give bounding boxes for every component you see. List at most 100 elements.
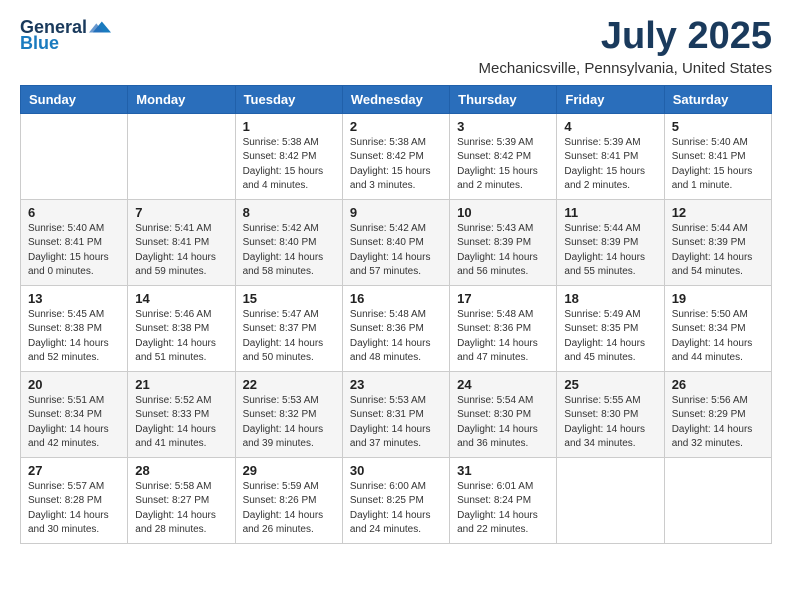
calendar-cell: 13 Sunrise: 5:45 AM Sunset: 8:38 PM Dayli… [21, 285, 128, 371]
calendar-header-sunday: Sunday [21, 85, 128, 113]
day-info: Sunrise: 5:40 AM Sunset: 8:41 PM Dayligh… [672, 136, 764, 194]
calendar-cell: 29Sunrise: 5:59 AM Sunset: 8:26 PM Dayli… [235, 457, 342, 543]
calendar-cell: 24 Sunrise: 5:54 AM Sunset: 8:30 PM Dayli… [450, 371, 557, 457]
page-header: General Blue July 2025 Mechanicsville, P… [20, 16, 772, 77]
calendar-cell: 23 Sunrise: 5:53 AM Sunset: 8:31 PM Dayli… [342, 371, 449, 457]
day-number: 26 [672, 377, 764, 392]
calendar-cell: 19 Sunrise: 5:50 AM Sunset: 8:34 PM Dayli… [664, 285, 771, 371]
calendar-header-thursday: Thursday [450, 85, 557, 113]
calendar-cell: 21 Sunrise: 5:52 AM Sunset: 8:33 PM Dayli… [128, 371, 235, 457]
day-number: 14 [135, 291, 227, 306]
logo: General Blue [20, 16, 111, 52]
day-number: 1 [243, 119, 335, 134]
day-info: Sunrise: 5:49 AM Sunset: 8:35 PM Dayligh… [564, 308, 656, 366]
calendar-header-tuesday: Tuesday [235, 85, 342, 113]
day-info: Sunrise: 5:58 AM Sunset: 8:27 PM Dayligh… [135, 480, 227, 538]
calendar-cell [557, 457, 664, 543]
day-number: 8 [243, 205, 335, 220]
day-info: Sunrise: 5:48 AM Sunset: 8:36 PM Dayligh… [350, 308, 442, 366]
day-info: Sunrise: 5:54 AM Sunset: 8:30 PM Dayligh… [457, 394, 549, 452]
day-number: 31 [457, 463, 549, 478]
day-info: Sunrise: 5:56 AM Sunset: 8:29 PM Dayligh… [672, 394, 764, 452]
day-number: 29 [243, 463, 335, 478]
day-number: 6 [28, 205, 120, 220]
day-info: Sunrise: 5:43 AM Sunset: 8:39 PM Dayligh… [457, 222, 549, 280]
day-number: 11 [564, 205, 656, 220]
day-number: 20 [28, 377, 120, 392]
day-number: 4 [564, 119, 656, 134]
calendar-cell: 8 Sunrise: 5:42 AM Sunset: 8:40 PM Daylig… [235, 199, 342, 285]
day-info: Sunrise: 5:53 AM Sunset: 8:31 PM Dayligh… [350, 394, 442, 452]
day-info: Sunrise: 5:45 AM Sunset: 8:38 PM Dayligh… [28, 308, 120, 366]
day-number: 16 [350, 291, 442, 306]
calendar-header-monday: Monday [128, 85, 235, 113]
calendar-cell: 28 Sunrise: 5:58 AM Sunset: 8:27 PM Dayli… [128, 457, 235, 543]
calendar-cell: 16 Sunrise: 5:48 AM Sunset: 8:36 PM Dayli… [342, 285, 449, 371]
day-info: Sunrise: 5:38 AM Sunset: 8:42 PM Dayligh… [350, 136, 442, 194]
day-number: 23 [350, 377, 442, 392]
logo-blue: Blue [20, 34, 59, 52]
calendar-cell: 11 Sunrise: 5:44 AM Sunset: 8:39 PM Dayli… [557, 199, 664, 285]
calendar-table: SundayMondayTuesdayWednesdayThursdayFrid… [20, 85, 772, 544]
day-number: 7 [135, 205, 227, 220]
day-info: Sunrise: 5:38 AM Sunset: 8:42 PM Dayligh… [243, 136, 335, 194]
calendar-cell: 9Sunrise: 5:42 AM Sunset: 8:40 PM Daylig… [342, 199, 449, 285]
day-number: 5 [672, 119, 764, 134]
calendar-cell: 12 Sunrise: 5:44 AM Sunset: 8:39 PM Dayli… [664, 199, 771, 285]
calendar-cell: 25 Sunrise: 5:55 AM Sunset: 8:30 PM Dayli… [557, 371, 664, 457]
location-title: Mechanicsville, Pennsylvania, United Sta… [479, 60, 772, 77]
day-info: Sunrise: 5:47 AM Sunset: 8:37 PM Dayligh… [243, 308, 335, 366]
day-info: Sunrise: 5:39 AM Sunset: 8:42 PM Dayligh… [457, 136, 549, 194]
day-info: Sunrise: 5:41 AM Sunset: 8:41 PM Dayligh… [135, 222, 227, 280]
day-info: Sunrise: 5:57 AM Sunset: 8:28 PM Dayligh… [28, 480, 120, 538]
day-info: Sunrise: 5:42 AM Sunset: 8:40 PM Dayligh… [243, 222, 335, 280]
calendar-cell [664, 457, 771, 543]
calendar-cell: 22 Sunrise: 5:53 AM Sunset: 8:32 PM Dayli… [235, 371, 342, 457]
calendar-cell: 18 Sunrise: 5:49 AM Sunset: 8:35 PM Dayli… [557, 285, 664, 371]
day-info: Sunrise: 5:52 AM Sunset: 8:33 PM Dayligh… [135, 394, 227, 452]
calendar-cell: 2 Sunrise: 5:38 AM Sunset: 8:42 PM Daylig… [342, 113, 449, 199]
day-number: 2 [350, 119, 442, 134]
day-number: 22 [243, 377, 335, 392]
day-info: Sunrise: 5:44 AM Sunset: 8:39 PM Dayligh… [564, 222, 656, 280]
calendar-cell: 7 Sunrise: 5:41 AM Sunset: 8:41 PM Daylig… [128, 199, 235, 285]
day-info: Sunrise: 5:39 AM Sunset: 8:41 PM Dayligh… [564, 136, 656, 194]
day-info: Sunrise: 6:01 AM Sunset: 8:24 PM Dayligh… [457, 480, 549, 538]
day-number: 15 [243, 291, 335, 306]
day-number: 21 [135, 377, 227, 392]
calendar-cell: 30 Sunrise: 6:00 AM Sunset: 8:25 PM Dayli… [342, 457, 449, 543]
day-number: 24 [457, 377, 549, 392]
day-number: 25 [564, 377, 656, 392]
calendar-cell: 27 Sunrise: 5:57 AM Sunset: 8:28 PM Dayli… [21, 457, 128, 543]
logo-icon [89, 16, 111, 38]
day-info: Sunrise: 5:53 AM Sunset: 8:32 PM Dayligh… [243, 394, 335, 452]
day-number: 3 [457, 119, 549, 134]
day-info: Sunrise: 5:51 AM Sunset: 8:34 PM Dayligh… [28, 394, 120, 452]
title-section: July 2025 Mechanicsville, Pennsylvania, … [479, 16, 772, 77]
day-info: Sunrise: 5:55 AM Sunset: 8:30 PM Dayligh… [564, 394, 656, 452]
calendar-cell: 20 Sunrise: 5:51 AM Sunset: 8:34 PM Dayli… [21, 371, 128, 457]
calendar-cell: 10 Sunrise: 5:43 AM Sunset: 8:39 PM Dayli… [450, 199, 557, 285]
calendar-cell: 26 Sunrise: 5:56 AM Sunset: 8:29 PM Dayli… [664, 371, 771, 457]
calendar-cell: 17Sunrise: 5:48 AM Sunset: 8:36 PM Dayli… [450, 285, 557, 371]
calendar-cell: 15 Sunrise: 5:47 AM Sunset: 8:37 PM Dayli… [235, 285, 342, 371]
day-number: 30 [350, 463, 442, 478]
day-info: Sunrise: 6:00 AM Sunset: 8:25 PM Dayligh… [350, 480, 442, 538]
calendar-cell: 5 Sunrise: 5:40 AM Sunset: 8:41 PM Daylig… [664, 113, 771, 199]
day-number: 9 [350, 205, 442, 220]
day-info: Sunrise: 5:48 AM Sunset: 8:36 PM Dayligh… [457, 308, 549, 366]
calendar-cell: 1 Sunrise: 5:38 AM Sunset: 8:42 PM Daylig… [235, 113, 342, 199]
calendar-header-saturday: Saturday [664, 85, 771, 113]
day-number: 12 [672, 205, 764, 220]
calendar-cell [21, 113, 128, 199]
day-number: 27 [28, 463, 120, 478]
day-info: Sunrise: 5:40 AM Sunset: 8:41 PM Dayligh… [28, 222, 120, 280]
day-info: Sunrise: 5:50 AM Sunset: 8:34 PM Dayligh… [672, 308, 764, 366]
day-number: 19 [672, 291, 764, 306]
day-info: Sunrise: 5:44 AM Sunset: 8:39 PM Dayligh… [672, 222, 764, 280]
day-number: 18 [564, 291, 656, 306]
day-number: 28 [135, 463, 227, 478]
day-number: 10 [457, 205, 549, 220]
calendar-header-wednesday: Wednesday [342, 85, 449, 113]
day-number: 13 [28, 291, 120, 306]
